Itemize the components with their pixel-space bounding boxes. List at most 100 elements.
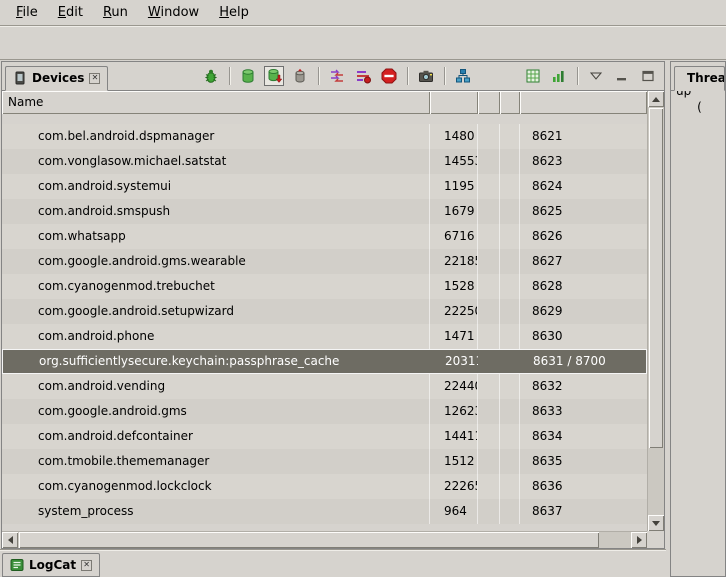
port-cell: 8635	[520, 449, 647, 474]
horizontal-scrollbar[interactable]	[2, 531, 647, 548]
pid-cell: 22185	[430, 249, 478, 274]
blank-cell	[501, 350, 521, 373]
table-row[interactable]: com.google.android.gms 12623 8633	[2, 399, 647, 424]
column-header-pid	[430, 91, 478, 114]
table-row[interactable]: com.google.android.setupwizard 22250 862…	[2, 299, 647, 324]
vertical-scroll-thumb[interactable]	[649, 108, 663, 448]
blank-cell	[500, 149, 520, 174]
sysinfo-update-icon[interactable]	[549, 66, 569, 86]
blank-cell	[478, 399, 500, 424]
pid-cell: 1528	[430, 274, 478, 299]
tab-threads[interactable]: Threads	[674, 66, 725, 91]
update-heap-icon[interactable]	[238, 66, 258, 86]
blank-cell	[478, 199, 500, 224]
table-row[interactable]: com.cyanogenmod.lockclock 22265 8636	[2, 474, 647, 499]
blank-cell	[478, 474, 500, 499]
blank-cell	[500, 424, 520, 449]
process-name-cell: com.cyanogenmod.lockclock	[2, 474, 430, 499]
blank-cell	[500, 374, 520, 399]
stop-process-icon[interactable]	[379, 66, 399, 86]
blank-cell	[500, 249, 520, 274]
table-row[interactable]: com.bel.android.dspmanager 1480 8621	[2, 124, 647, 149]
column-header-name[interactable]: Name	[2, 91, 430, 114]
scroll-right-button[interactable]	[631, 532, 647, 548]
debug-process-icon[interactable]	[201, 66, 221, 86]
blank-cell	[500, 199, 520, 224]
system-info-icon[interactable]	[523, 66, 543, 86]
pid-cell: 1195	[430, 174, 478, 199]
process-name-cell: com.google.android.gms.wearable	[2, 249, 430, 274]
table-row[interactable]: com.android.phone 1471 8630	[2, 324, 647, 349]
column-header-port	[520, 91, 647, 114]
process-name-cell: com.bel.android.dspmanager	[2, 124, 430, 149]
close-icon[interactable]: ✕	[81, 560, 92, 571]
blank-cell	[478, 274, 500, 299]
blank-cell	[500, 224, 520, 249]
method-profiling-icon[interactable]	[353, 66, 373, 86]
blank-cell	[479, 350, 501, 373]
main-toolbar-strip	[0, 26, 726, 60]
table-row[interactable]: com.android.vending 22440 8632	[2, 374, 647, 399]
pid-cell: 1512	[430, 449, 478, 474]
logcat-view-strip: LogCat ✕	[0, 549, 666, 577]
process-name-cell: com.whatsapp	[2, 224, 430, 249]
scroll-left-button[interactable]	[2, 532, 18, 548]
menu-window[interactable]: Window	[138, 1, 209, 24]
port-cell: 8628	[520, 274, 647, 299]
blank-cell	[500, 274, 520, 299]
blank-cell	[478, 174, 500, 199]
vertical-scrollbar[interactable]	[647, 91, 664, 531]
devices-tab-label: Devices	[32, 71, 84, 85]
table-row[interactable]: system_process 964 8637	[2, 499, 647, 524]
view-menu-chevron-icon[interactable]	[586, 66, 606, 86]
logcat-icon	[10, 558, 24, 572]
pid-cell: 6716	[430, 224, 478, 249]
scroll-down-button[interactable]	[648, 515, 664, 531]
table-row[interactable]: com.tmobile.thememanager 1512 8635	[2, 449, 647, 474]
table-row[interactable]: com.android.defcontainer 14411 8634	[2, 424, 647, 449]
horizontal-scroll-thumb[interactable]	[19, 532, 599, 548]
table-row[interactable]: com.google.android.gms.wearable 22185 86…	[2, 249, 647, 274]
port-cell: 8627	[520, 249, 647, 274]
pid-cell: 12623	[430, 399, 478, 424]
pid-cell: 1471	[430, 324, 478, 349]
dump-hprof-icon[interactable]	[264, 66, 284, 86]
maximize-icon[interactable]	[638, 66, 658, 86]
table-row[interactable]: com.android.smspush 1679 8625	[2, 199, 647, 224]
menu-edit[interactable]: Edit	[48, 1, 93, 24]
process-name-cell: com.google.android.gms	[2, 399, 430, 424]
menu-help[interactable]: Help	[209, 1, 259, 24]
blank-cell	[500, 399, 520, 424]
blank-cell	[500, 174, 520, 199]
screen-capture-icon[interactable]	[416, 66, 436, 86]
table-row[interactable]: com.cyanogenmod.trebuchet 1528 8628	[2, 274, 647, 299]
capture-view-hierarchy-icon[interactable]	[453, 66, 473, 86]
process-name-cell: com.cyanogenmod.trebuchet	[2, 274, 430, 299]
scrollbar-corner	[647, 531, 664, 548]
tab-devices[interactable]: Devices ✕	[5, 66, 108, 91]
devices-toolbar	[201, 66, 664, 86]
menu-run[interactable]: Run	[93, 1, 138, 24]
threads-tab-label: Threads	[687, 71, 725, 85]
close-icon[interactable]: ✕	[89, 73, 100, 84]
update-threads-icon[interactable]	[327, 66, 347, 86]
process-name-cell: com.android.smspush	[2, 199, 430, 224]
menu-file[interactable]: File	[6, 1, 48, 24]
table-row[interactable]: com.android.systemui 1195 8624	[2, 174, 647, 199]
port-cell: 8626	[520, 224, 647, 249]
threads-message-line2: (	[676, 99, 723, 115]
minimize-icon[interactable]	[612, 66, 632, 86]
table-row[interactable]: com.whatsapp 6716 8626	[2, 224, 647, 249]
cause-gc-icon[interactable]	[290, 66, 310, 86]
blank-cell	[500, 324, 520, 349]
port-cell: 8621	[520, 124, 647, 149]
pid-cell: 22250	[430, 299, 478, 324]
pid-cell: 1480	[430, 124, 478, 149]
process-name-cell: com.android.vending	[2, 374, 430, 399]
scroll-up-button[interactable]	[648, 91, 664, 107]
table-row[interactable]: org.sufficientlysecure.keychain:passphra…	[2, 349, 647, 374]
tab-logcat[interactable]: LogCat ✕	[2, 553, 100, 577]
column-header-blank1	[478, 91, 500, 114]
table-row[interactable]: com.vonglasow.michael.satstat 14553 8623	[2, 149, 647, 174]
device-icon	[13, 71, 27, 85]
